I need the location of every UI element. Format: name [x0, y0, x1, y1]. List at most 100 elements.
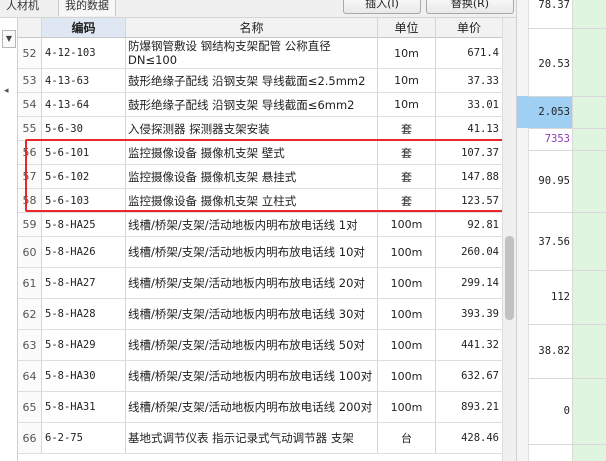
tab-my-data[interactable]: 我的数据 [58, 0, 116, 16]
grid-line [529, 96, 606, 97]
grid-line [529, 128, 606, 129]
table-row[interactable]: 60 5-8-HA26 线槽/桥架/支架/活动地板内明布放电话线 10对 100m 26… [18, 237, 502, 268]
row-index: 58 [18, 189, 42, 212]
row-unit-text: 套 [401, 122, 412, 136]
row-unit-text: 100m [390, 338, 423, 352]
right-panel-strip [517, 0, 529, 461]
row-price: 33.01 [436, 93, 502, 116]
row-price-text: 428.46 [461, 432, 499, 444]
row-name-text: 监控摄像设备 摄像机支架 悬挂式 [128, 169, 297, 184]
row-unit-text: 100m [390, 245, 423, 259]
row-code-text: 5-8-HA28 [45, 308, 96, 320]
row-index: 62 [18, 299, 42, 329]
table-row[interactable]: 63 5-8-HA29 线槽/桥架/支架/活动地板内明布放电话线 50对 100m 44… [18, 330, 502, 361]
insert-button[interactable]: 插入(I) [343, 0, 421, 14]
row-index: 66 [18, 423, 42, 453]
table-row[interactable]: 62 5-8-HA28 线槽/桥架/支架/活动地板内明布放电话线 30对 100m 39… [18, 299, 502, 330]
table-row[interactable]: 61 5-8-HA27 线槽/桥架/支架/活动地板内明布放电话线 20对 100m 29… [18, 268, 502, 299]
table-row[interactable]: 66 6-2-75 基地式调节仪表 指示记录式气动调节器 支架 台 428.46 [18, 423, 502, 454]
row-index: 54 [18, 93, 42, 116]
row-name: 入侵探测器 探测器支架安装 [126, 117, 378, 140]
header-code[interactable]: 编码 [42, 18, 126, 37]
row-unit-text: 套 [401, 194, 412, 208]
table-header: 编码 名称 单位 单价 [18, 18, 502, 38]
header-unit[interactable]: 单位 [378, 18, 436, 37]
table-body: 52 4-12-103 防爆钢管敷设 钢结构支架配管 公称直径DN≤100 10m 67… [18, 38, 502, 454]
row-code: 6-2-75 [42, 423, 126, 453]
row-unit-text: 100m [390, 276, 423, 290]
row-code-text: 6-2-75 [45, 432, 83, 444]
row-unit-text: 10m [394, 74, 419, 87]
header-price[interactable]: 单价 [436, 18, 502, 37]
right-panel: 78.37 20.53 2.053 7353 90.95 37.56 112 3… [516, 0, 606, 461]
chevron-left-icon[interactable]: ◂ [4, 86, 9, 96]
row-price-text: 107.37 [461, 146, 499, 159]
row-unit: 台 [378, 423, 436, 453]
row-name-text: 基地式调节仪表 指示记录式气动调节器 支架 [128, 431, 354, 445]
table-row[interactable]: 64 5-8-HA30 线槽/桥架/支架/活动地板内明布放电话线 100对 100m 6… [18, 361, 502, 392]
grid-line [529, 324, 606, 325]
row-unit-text: 套 [401, 170, 412, 184]
row-name-text: 线槽/桥架/支架/活动地板内明布放电话线 100对 [128, 369, 373, 383]
table-row[interactable]: 52 4-12-103 防爆钢管敷设 钢结构支架配管 公称直径DN≤100 10m 67… [18, 38, 502, 69]
row-unit-text: 100m [390, 307, 423, 321]
row-name: 防爆钢管敷设 钢结构支架配管 公称直径DN≤100 [126, 38, 378, 68]
row-price-text: 260.04 [461, 246, 499, 258]
row-index-text: 62 [22, 307, 37, 321]
row-name-text: 监控摄像设备 摄像机支架 立柱式 [128, 193, 297, 208]
row-code: 5-8-HA27 [42, 268, 126, 298]
row-name-text: 防爆钢管敷设 钢结构支架配管 公称直径DN≤100 [128, 39, 331, 67]
right-panel-green-column [573, 0, 606, 461]
row-unit: 100m [378, 330, 436, 360]
row-name-text: 入侵探测器 探测器支架安装 [128, 121, 270, 136]
row-code: 5-8-HA28 [42, 299, 126, 329]
row-price-text: 33.01 [467, 98, 499, 111]
row-price: 37.33 [436, 69, 502, 92]
row-index: 56 [18, 141, 42, 164]
table-row[interactable]: 65 5-8-HA31 线槽/桥架/支架/活动地板内明布放电话线 200对 100m 8… [18, 392, 502, 423]
table-row[interactable]: 54 4-13-64 鼓形绝缘子配线 沿钢支架 导线截面≤6mm2 10m 33.01 [18, 93, 502, 117]
row-price: 428.46 [436, 423, 502, 453]
row-index: 64 [18, 361, 42, 391]
row-name-text: 线槽/桥架/支架/活动地板内明布放电话线 50对 [128, 338, 365, 352]
scrollbar-thumb[interactable] [505, 236, 514, 320]
replace-button[interactable]: 替换(R) [426, 0, 514, 14]
row-index: 57 [18, 165, 42, 188]
row-code-text: 5-8-HA27 [45, 277, 96, 289]
table-row[interactable]: 53 4-13-63 鼓形绝缘子配线 沿钢支架 导线截面≤2.5mm2 10m 37.3… [18, 69, 502, 93]
vertical-scrollbar[interactable] [502, 18, 516, 461]
table-row[interactable]: 59 5-8-HA25 线槽/桥架/支架/活动地板内明布放电话线 1对 100m 92.… [18, 213, 502, 237]
row-code-text: 5-8-HA31 [45, 401, 96, 413]
row-code: 5-8-HA25 [42, 213, 126, 236]
chevron-down-icon[interactable]: ▼ [2, 30, 16, 48]
right-value: 0 [563, 405, 570, 417]
row-index-text: 56 [22, 146, 37, 159]
row-name: 监控摄像设备 摄像机支架 立柱式 [126, 189, 378, 212]
row-index-text: 59 [22, 218, 37, 231]
row-price: 671.4 [436, 38, 502, 68]
row-price-text: 299.14 [461, 277, 499, 289]
grid-line [529, 444, 606, 445]
row-unit: 100m [378, 213, 436, 236]
row-index-text: 54 [22, 98, 37, 111]
row-name: 线槽/桥架/支架/活动地板内明布放电话线 10对 [126, 237, 378, 267]
row-code-text: 5-6-30 [45, 122, 83, 135]
table-row[interactable]: 56 5-6-101 监控摄像设备 摄像机支架 壁式 套 107.37 [18, 141, 502, 165]
table-row[interactable]: 55 5-6-30 入侵探测器 探测器支架安装 套 41.13 [18, 117, 502, 141]
row-unit-text: 10m [394, 98, 419, 111]
row-name-text: 鼓形绝缘子配线 沿钢支架 导线截面≤2.5mm2 [128, 73, 366, 88]
table-row[interactable]: 57 5-6-102 监控摄像设备 摄像机支架 悬挂式 套 147.88 [18, 165, 502, 189]
tab-material[interactable]: 人材机 [0, 0, 45, 16]
row-unit: 100m [378, 299, 436, 329]
row-code: 4-13-63 [42, 69, 126, 92]
row-unit-text: 10m [394, 46, 419, 60]
row-code: 5-6-30 [42, 117, 126, 140]
row-name: 线槽/桥架/支架/活动地板内明布放电话线 200对 [126, 392, 378, 422]
grid-line [529, 270, 606, 271]
row-index-text: 55 [22, 122, 37, 135]
row-code-text: 4-13-63 [45, 74, 90, 87]
row-code-text: 4-13-64 [45, 98, 90, 111]
header-name[interactable]: 名称 [126, 18, 378, 37]
row-name-text: 线槽/桥架/支架/活动地板内明布放电话线 1对 [128, 217, 358, 232]
table-row[interactable]: 58 5-6-103 监控摄像设备 摄像机支架 立柱式 套 123.57 [18, 189, 502, 213]
